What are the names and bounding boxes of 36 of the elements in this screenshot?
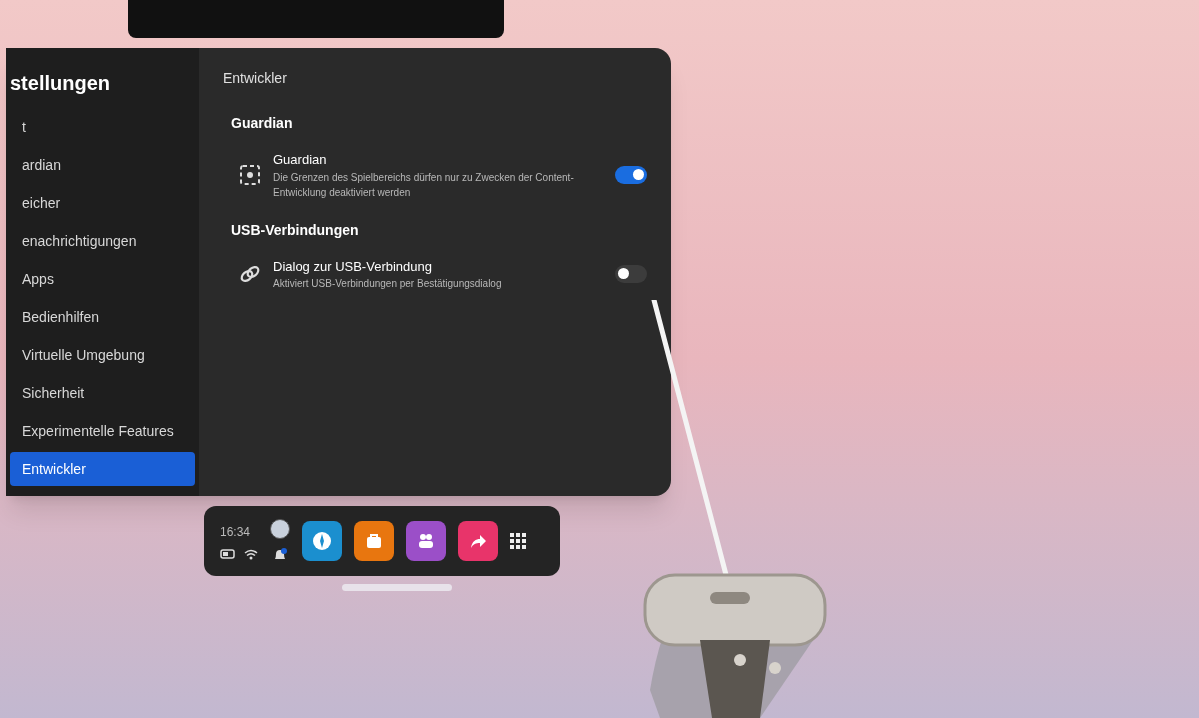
toggle-switch[interactable] <box>615 165 647 184</box>
toggle-knob <box>618 268 629 280</box>
setting-description: Aktiviert USB-Verbindungen per Bestätigungsdialog <box>273 277 503 291</box>
sidebar-item[interactable]: t <box>10 110 195 144</box>
sidebar-item[interactable]: enachrichtigungen <box>10 224 195 258</box>
app-tile[interactable] <box>406 521 446 561</box>
app-tile[interactable] <box>458 521 498 561</box>
setting-description: Die Grenzen des Spielbereichs dürfen nur zu Zwecken der Content-Entwicklung deaktiviert werden <box>273 170 575 200</box>
app-grid-icon[interactable] <box>510 533 526 549</box>
app-tile[interactable] <box>354 521 394 561</box>
compass-icon <box>312 531 332 551</box>
sidebar-item[interactable]: Experimentelle Features <box>10 414 195 448</box>
sidebar-item[interactable]: ardian <box>10 148 195 182</box>
panel-title: stellungen <box>9 71 111 96</box>
sidebar-item[interactable]: Virtuelle Umgebung <box>10 338 195 372</box>
sidebar-item[interactable]: Entwickler <box>10 452 195 486</box>
section-heading: USB-Verbindungen <box>231 220 360 240</box>
bag-icon <box>364 531 384 551</box>
clock-time: 16:34 <box>220 523 252 541</box>
toggle-switch[interactable] <box>615 264 647 283</box>
boundary-icon <box>239 163 261 186</box>
app-tile[interactable] <box>302 521 342 561</box>
battery-icon <box>220 549 236 559</box>
avatar[interactable] <box>270 519 290 539</box>
setting-title: Guardian <box>273 151 328 169</box>
sidebar-item[interactable]: Sicherheit <box>10 376 195 410</box>
wifi-icon <box>244 548 258 560</box>
page-heading: Entwickler <box>223 69 288 88</box>
section-heading: Guardian <box>231 114 294 133</box>
taskbar-handle[interactable] <box>342 584 452 591</box>
sidebar-item[interactable]: Bedienhilfen <box>10 300 195 334</box>
people-icon <box>416 531 436 551</box>
toggle-knob <box>633 169 644 181</box>
sidebar-item[interactable]: eicher <box>10 186 195 220</box>
sidebar-item[interactable]: Apps <box>10 262 195 296</box>
setting-title: Dialog zur USB-Verbindung <box>273 257 433 276</box>
